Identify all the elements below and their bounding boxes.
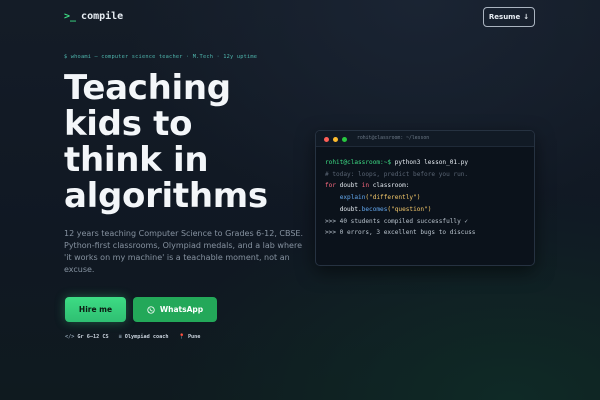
- terminal-line-becomes: doubt.becomes("question"): [339, 205, 432, 213]
- navbar: >_ compile Resume ↓: [0, 0, 600, 34]
- minimize-dot-icon[interactable]: [333, 137, 338, 142]
- hero-description: 12 years teaching Computer Science to Gr…: [64, 229, 304, 274]
- code-icon: </>: [65, 334, 75, 340]
- headline-line-3: think in: [64, 140, 209, 180]
- whoami-line: $ whoami — computer science teacher · M.…: [64, 54, 258, 60]
- logo-prompt-icon: >_: [64, 11, 77, 22]
- terminal-body: rohit@classroom:~$ python3 lesson_01.py #…: [325, 157, 475, 239]
- resume-label: Resume: [488, 13, 521, 21]
- whatsapp-label: WhatsApp: [159, 305, 204, 314]
- terminal-line-command: rohit@classroom:~$ python3 lesson_01.py: [325, 159, 469, 166]
- download-icon: ↓: [523, 13, 530, 21]
- hire-me-button[interactable]: Hire me: [65, 297, 126, 322]
- maximize-dot-icon[interactable]: [342, 137, 347, 142]
- terminal-window: rohit@classroom: ~/lesson rohit@classroo…: [315, 130, 535, 266]
- whatsapp-button[interactable]: WhatsApp: [133, 297, 217, 322]
- list-icon: ≡: [118, 334, 122, 340]
- meta-item-location: 📍 Pune: [178, 334, 201, 340]
- terminal-line-output-2: >>> 0 errors, 3 excellent bugs to discus…: [325, 229, 476, 237]
- terminal-title: rohit@classroom: ~/lesson: [357, 136, 430, 141]
- page-title: Teaching kids to think in algorithms: [64, 70, 304, 214]
- terminal-titlebar: rohit@classroom: ~/lesson: [316, 131, 534, 147]
- logo-text: compile: [81, 11, 124, 22]
- headline-line-4: algorithms: [64, 176, 268, 216]
- meta-item-olympiad: ≡ Olympiad coach: [118, 334, 169, 340]
- headline-line-2: kids to: [64, 104, 193, 144]
- hero-meta: </> Gr 6–12 CS ≡ Olympiad coach 📍 Pune: [65, 334, 200, 340]
- close-dot-icon[interactable]: [324, 137, 329, 142]
- terminal-line-output-1: >>> 40 students compiled successfully ✓: [325, 217, 469, 225]
- location-pin-icon: 📍: [178, 334, 185, 340]
- logo[interactable]: >_ compile: [64, 11, 123, 22]
- whatsapp-icon: [147, 305, 155, 314]
- meta-item-grades: </> Gr 6–12 CS: [65, 334, 109, 340]
- terminal-line-for: for doubt in classroom:: [325, 182, 410, 190]
- resume-button[interactable]: Resume ↓: [483, 7, 535, 27]
- terminal-line-explain: explain("differently"): [339, 194, 421, 202]
- terminal-line-comment: # today: loops, predict before you run.: [325, 170, 469, 178]
- headline-line-1: Teaching: [64, 68, 231, 108]
